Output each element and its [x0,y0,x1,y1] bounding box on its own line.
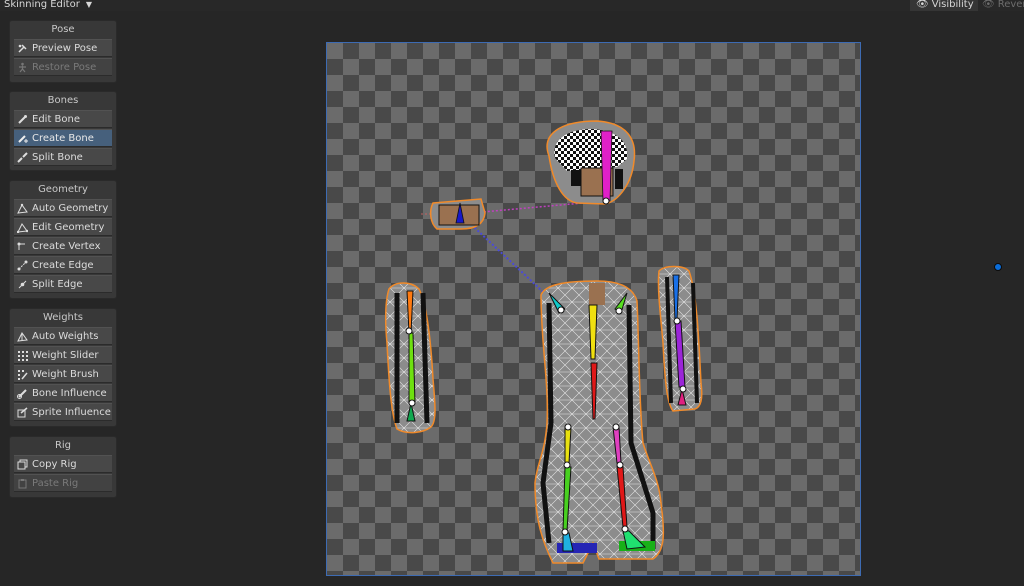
auto-geometry-icon [17,203,28,214]
editor-mode-label: Skinning Editor [4,0,80,10]
edit-geometry-button[interactable]: Edit Geometry [14,218,112,236]
geometry-panel: Geometry Auto Geometry Edit Geometry Cre… [9,180,117,299]
split-edge-label: Split Edge [32,278,83,290]
bone-joint[interactable] [612,423,620,431]
auto-geometry-label: Auto Geometry [32,202,109,214]
pivot-handle[interactable] [994,263,1002,271]
bone-influence-label: Bone Influence [32,387,107,399]
sprite-influence-label: Sprite Influence [32,406,111,418]
create-vertex-button[interactable]: Create Vertex [14,237,112,255]
bone[interactable] [588,304,598,360]
weights-panel-title: Weights [42,312,84,323]
auto-weights-button[interactable]: Auto Weights [14,327,112,345]
geometry-panel-title: Geometry [38,184,88,195]
bone-joint[interactable] [679,385,687,393]
bone-influence-button[interactable]: Bone Influence [14,384,112,402]
split-bone-label: Split Bone [32,151,83,163]
bone-joint[interactable] [602,197,610,205]
bone-joint[interactable] [673,317,681,325]
body-sprite[interactable] [534,280,665,564]
bone-joint[interactable] [408,399,416,407]
paste-rig-label: Paste Rig [32,477,79,489]
bone-joint[interactable] [564,423,572,431]
bone-joint[interactable] [615,307,623,315]
rig-panel-title: Rig [54,440,72,451]
top-toolbar: Skinning Editor ▼ 👁 Visibility 👁 Rever [0,0,1024,11]
bone-joint[interactable] [616,461,624,469]
auto-geometry-button[interactable]: Auto Geometry [14,199,112,217]
paste-rig-button[interactable]: Paste Rig [14,474,112,492]
bone[interactable] [600,130,613,202]
eye-icon: 👁 [916,0,929,10]
sprite-influence-button[interactable]: Sprite Influence [14,403,112,421]
split-bone-button[interactable]: Split Bone [14,148,112,166]
editor-mode-dropdown[interactable]: Skinning Editor ▼ [0,0,100,11]
split-bone-icon [17,151,28,163]
create-edge-label: Create Edge [32,259,94,271]
character-rig-view [384,120,703,564]
create-edge-icon [17,260,28,271]
create-bone-button[interactable]: Create Bone [14,129,112,147]
bone-joint[interactable] [557,306,565,314]
reveal-label: Rever [997,0,1024,10]
weight-brush-icon [17,369,28,380]
bone-influence-icon [17,388,28,399]
preview-pose-icon [17,43,28,54]
weights-panel: Weights Auto Weights Weight Slider Weigh… [9,308,117,427]
create-vertex-label: Create Vertex [32,240,101,252]
edit-bone-icon [17,114,28,125]
create-edge-button[interactable]: Create Edge [14,256,112,274]
bones-panel-title: Bones [47,95,79,106]
bone-joint[interactable] [405,327,413,335]
weight-slider-icon [17,350,28,361]
split-edge-button[interactable]: Split Edge [14,275,112,293]
sprite-influence-icon [17,406,28,418]
restore-pose-icon [17,62,28,73]
edit-geometry-icon [17,222,28,233]
weight-slider-button[interactable]: Weight Slider [14,346,112,364]
paste-rig-icon [17,478,28,489]
eye-icon: 👁 [982,0,995,10]
edit-geometry-label: Edit Geometry [32,221,105,233]
edit-bone-label: Edit Bone [32,113,81,125]
preview-pose-label: Preview Pose [32,42,98,54]
weight-slider-label: Weight Slider [32,349,99,361]
sprite-canvas[interactable] [326,42,861,576]
weight-brush-button[interactable]: Weight Brush [14,365,112,383]
auto-weights-icon [17,331,28,342]
copy-rig-button[interactable]: Copy Rig [14,455,112,473]
bone-joint[interactable] [621,525,629,533]
visibility-label: Visibility [931,0,974,10]
restore-pose-button[interactable]: Restore Pose [14,58,112,76]
weight-brush-label: Weight Brush [32,368,99,380]
edit-bone-button[interactable]: Edit Bone [14,110,112,128]
reveal-toggle[interactable]: 👁 Rever [980,0,1024,11]
rig-panel: Rig Copy Rig Paste Rig [9,436,117,498]
preview-pose-button[interactable]: Preview Pose [14,39,112,57]
pose-panel: Pose Preview Pose Restore Pose [9,20,117,83]
head-sprite[interactable] [546,120,636,205]
bones-panel: Bones Edit Bone Create Bone Split Bone [9,91,117,171]
create-bone-label: Create Bone [32,132,94,144]
restore-pose-label: Restore Pose [32,61,97,73]
split-edge-icon [17,279,28,290]
visibility-toggle[interactable]: 👁 Visibility [910,0,978,11]
pose-panel-title: Pose [51,24,75,35]
bone-joint[interactable] [563,461,571,469]
copy-rig-icon [17,459,28,470]
create-bone-icon [17,133,28,144]
copy-rig-label: Copy Rig [32,458,77,470]
auto-weights-label: Auto Weights [32,330,99,342]
create-vertex-icon [17,241,28,252]
dropdown-arrow-icon: ▼ [85,0,92,9]
bone-joint[interactable] [561,528,569,536]
